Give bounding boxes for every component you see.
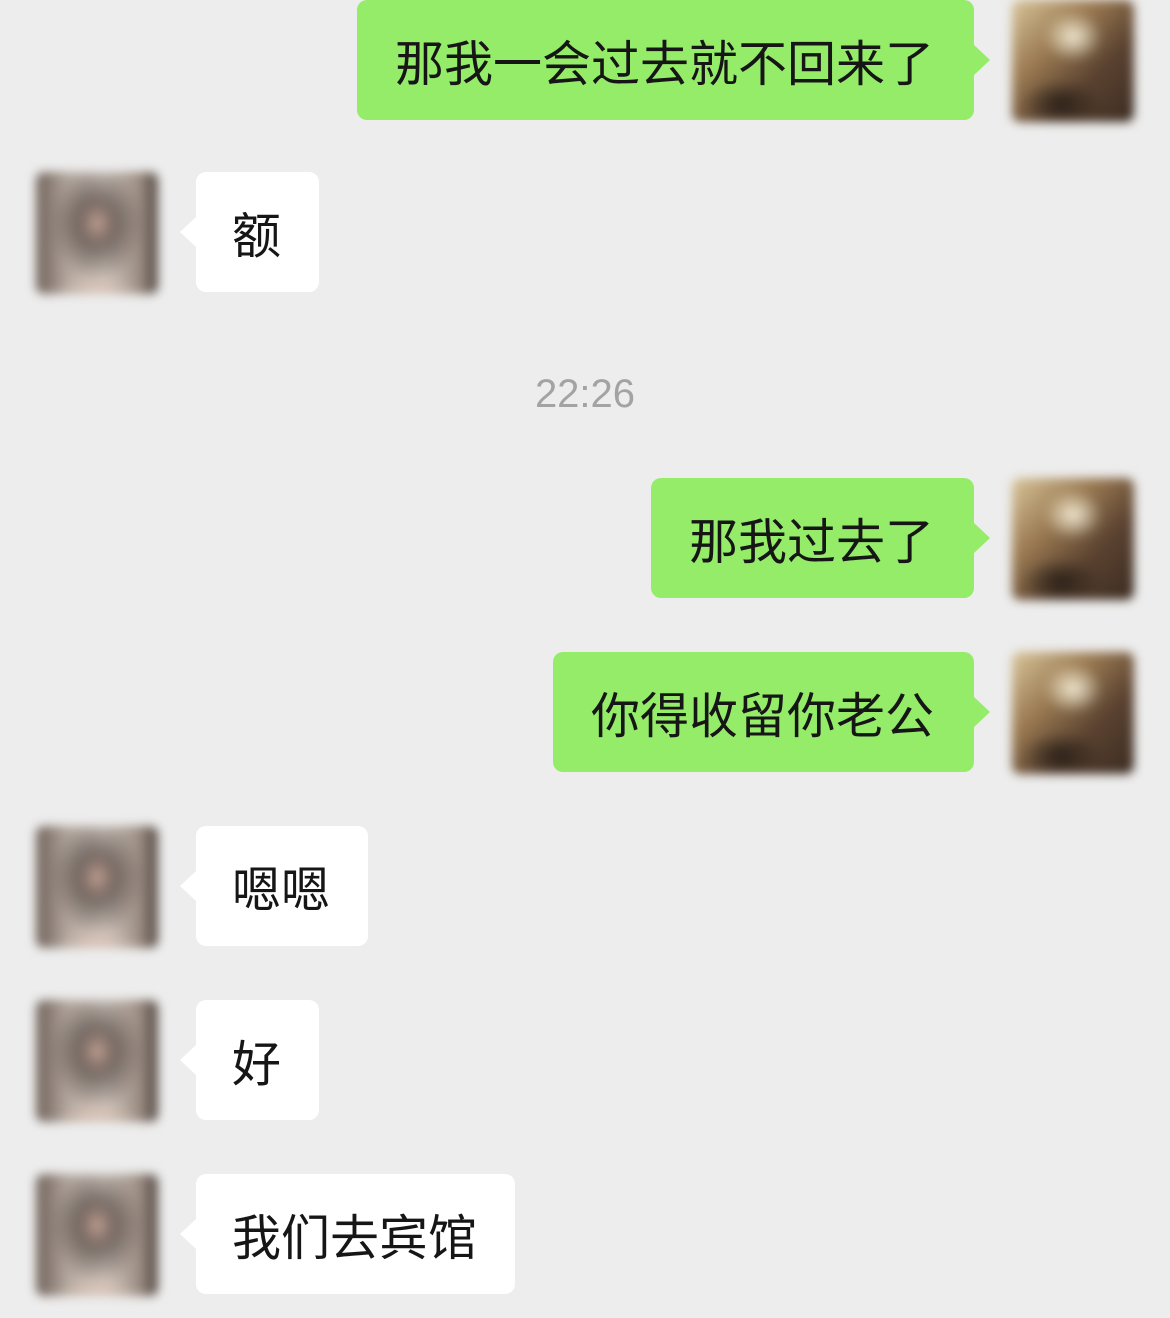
contact-avatar[interactable] <box>36 826 158 948</box>
sent-message-bubble[interactable]: 那我一会过去就不回来了 <box>356 0 991 120</box>
message-text: 嗯嗯 <box>232 861 331 919</box>
message-text: 好 <box>232 1035 282 1093</box>
received-message-bubble[interactable]: 嗯嗯 <box>179 826 369 946</box>
chat-timestamp: 22:26 <box>534 372 636 416</box>
message-text: 我们去宾馆 <box>232 1209 478 1267</box>
received-message-bubble[interactable]: 好 <box>179 1000 320 1120</box>
message-text: 那我过去了 <box>688 513 934 571</box>
contact-avatar[interactable] <box>36 1174 158 1296</box>
sent-message-bubble[interactable]: 那我过去了 <box>650 478 991 598</box>
message-text: 那我一会过去就不回来了 <box>394 35 934 93</box>
contact-avatar[interactable] <box>36 172 158 294</box>
message-text: 额 <box>232 207 282 265</box>
received-message-bubble[interactable]: 我们去宾馆 <box>179 1174 516 1294</box>
contact-avatar[interactable] <box>36 1000 158 1122</box>
message-text: 你得收留你老公 <box>590 687 934 745</box>
received-message-bubble[interactable]: 额 <box>179 172 320 292</box>
self-avatar[interactable] <box>1012 478 1134 600</box>
sent-message-bubble[interactable]: 你得收留你老公 <box>552 652 991 772</box>
self-avatar[interactable] <box>1012 0 1134 122</box>
self-avatar[interactable] <box>1012 652 1134 774</box>
